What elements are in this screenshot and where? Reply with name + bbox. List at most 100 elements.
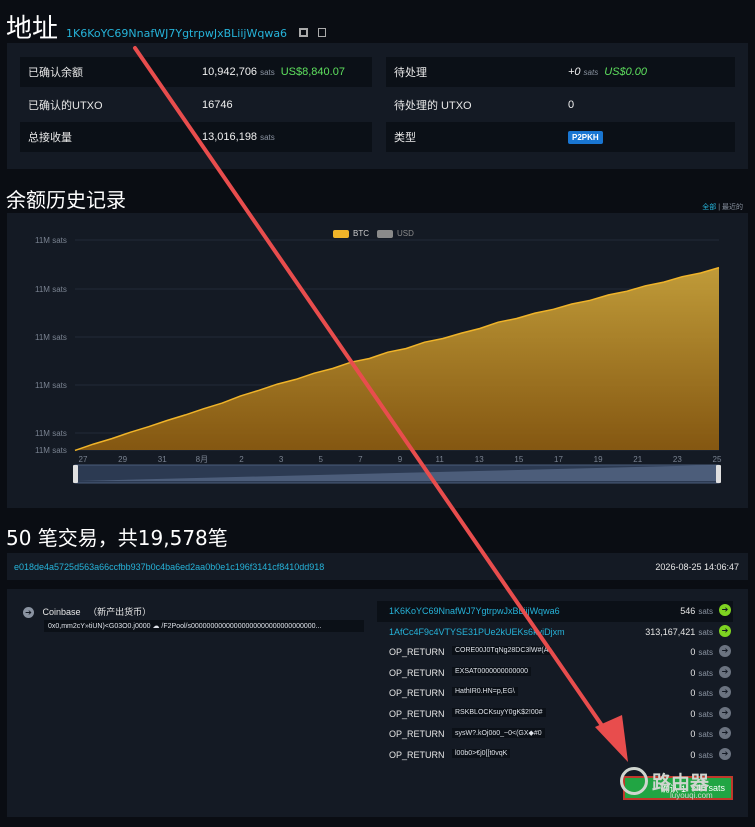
watermark-url: luyouqi.com (670, 791, 713, 800)
summary-row-pending: 待处理 +0 sats US$0.00 (386, 57, 735, 87)
tx-hash-link[interactable]: e018de4a5725d563a66ccfbb937b0c4ba6ed2aa0… (14, 562, 324, 572)
output-address: OP_RETURN (389, 749, 445, 760)
spent-arrow-icon[interactable]: ➔ (719, 727, 731, 739)
op-return-data: l00b0>€j0[[t0vqK (452, 748, 511, 758)
x-tick-label: 11 (435, 455, 444, 464)
spent-arrow-icon[interactable]: ➔ (719, 706, 731, 719)
coinbase-tag: （新产出货币） (88, 607, 152, 617)
summary-row-utxo: 已确认的UTXO 16746 (20, 90, 372, 120)
output-value: 0 sats (690, 729, 713, 739)
x-tick-label: 3 (279, 455, 284, 464)
tx-input-coinbase: ➔ Coinbase （新产出货币） (23, 605, 151, 618)
balance-chart-panel: BTC USD 11M sats 11M sats 11M sats 11M sats… (7, 213, 748, 508)
summary-value: P2PKH (568, 131, 603, 144)
output-address[interactable]: 1AfCc4F9c4VTYSE31PUe2kUEKs6kviDjxm (389, 627, 565, 637)
x-tick-label: 19 (594, 455, 603, 464)
x-tick-label: 21 (633, 455, 642, 464)
output-value: 0 sats (690, 749, 713, 760)
y-tick-label: 11M sats (35, 285, 67, 294)
qr-code-icon[interactable] (299, 28, 309, 37)
tx-output-row: OP_RETURN sysW?.kOj0ö0_~0<(GX◆#0 0 sats ➔ (377, 724, 733, 745)
page-title: 地址 (6, 14, 59, 44)
coinbase-label: Coinbase (42, 607, 81, 617)
summary-value: +0 sats US$0.00 (568, 66, 648, 78)
summary-value: 13,016,198 sats (202, 131, 275, 143)
range-all-link[interactable]: 全部 (702, 204, 716, 211)
summary-value: 10,942,706 sats US$8,840.07 (202, 66, 345, 78)
usd-value: US$8,840.07 (280, 66, 345, 78)
x-tick-label: 7 (358, 455, 363, 464)
summary-row-confirmed-balance: 已确认余额 10,942,706 sats US$8,840.07 (20, 57, 372, 87)
y-tick-label: 11M sats (35, 446, 67, 455)
summary-label: 待处理 (394, 67, 427, 79)
spent-arrow-icon[interactable]: ➔ (719, 686, 731, 698)
balance-area (75, 267, 719, 451)
y-tick-label: 11M sats (35, 333, 67, 342)
watermark: 路由器 luyouqi.com (620, 767, 713, 800)
balance-history-title: 余额历史记录 (6, 188, 126, 212)
x-tick-label: 23 (673, 455, 682, 464)
x-tick-label: 25 (713, 455, 722, 464)
output-value: 0 sats (690, 708, 713, 719)
output-address: OP_RETURN (389, 667, 445, 678)
tx-output-row: OP_RETURN l00b0>€j0[[t0vqK 0 sats ➔ (377, 745, 733, 766)
type-badge: P2PKH (568, 131, 603, 144)
coinbase-script: 0x0,mm2cY»tiUN)<G03O0.j0000 ☁ /F2Pool/s0… (44, 620, 364, 632)
op-return-data: HathIR0.HN=p,EG\ (452, 687, 518, 696)
address-summary-panel: 已确认余额 10,942,706 sats US$8,840.07 已确认的UTXO… (7, 43, 748, 169)
tx-output-row: OP_RETURN HathIR0.HN=p,EG\ 0 sats ➔ (377, 683, 733, 704)
summary-value: 0 (568, 99, 575, 111)
copy-icon[interactable] (318, 28, 327, 37)
navigator-handle-right (716, 465, 721, 483)
tx-output-row: OP_RETURN RSKBLOCKsuyY0gK$2!00# 0 sats ➔ (377, 704, 733, 725)
address-header: 地址 1K6KoYC69NnafWJ7YgtrpwJxBLiijWqwa6 (6, 8, 327, 45)
summary-row-type: 类型 P2PKH (386, 122, 735, 152)
spent-arrow-icon[interactable]: ➔ (719, 645, 731, 657)
x-tick-label: 5 (319, 455, 324, 464)
navigator-handle-left (73, 465, 78, 483)
input-arrow-icon: ➔ (23, 607, 34, 618)
unspent-arrow-icon[interactable]: ➔ (719, 624, 731, 637)
x-tick-label: 31 (158, 455, 167, 464)
output-address[interactable]: 1K6KoYC69NnafWJ7YgtrpwJxBLiijWqwa6 (389, 606, 560, 616)
op-return-data: CORE00J0TqNg28DC3lW#(A (452, 646, 552, 655)
output-value: 0 sats (690, 688, 713, 698)
x-tick-label: 8月 (196, 455, 208, 464)
unspent-arrow-icon[interactable]: ➔ (719, 604, 731, 616)
address-hash[interactable]: 1K6KoYC69NnafWJ7YgtrpwJxBLiijWqwa6 (66, 27, 287, 40)
x-tick-label: 27 (79, 455, 88, 464)
summary-label: 已确认余额 (28, 67, 83, 79)
tx-timestamp: 2026-08-25 14:06:47 (655, 562, 739, 572)
x-tick-label: 29 (118, 455, 127, 464)
tx-output-row: OP_RETURN EXSAT0000000000000 0 sats ➔ (377, 663, 733, 684)
output-value: 313,167,421 sats (645, 626, 713, 637)
op-return-data: sysW?.kOj0ö0_~0<(GX◆#0 (452, 728, 545, 738)
summary-label: 已确认的UTXO (28, 100, 103, 112)
usd-value: US$0.00 (604, 66, 648, 78)
x-tick-label: 2 (239, 455, 244, 464)
y-tick-label: 11M sats (35, 381, 67, 390)
output-address: OP_RETURN (389, 647, 445, 657)
summary-row-total-received: 总接收量 13,016,198 sats (20, 122, 372, 152)
tx-output-row: OP_RETURN CORE00J0TqNg28DC3lW#(A 0 sats ➔ (377, 642, 733, 663)
op-return-data: RSKBLOCKsuyY0gK$2!00# (452, 707, 546, 717)
y-tick-label: 11M sats (35, 236, 67, 245)
output-value: 0 sats (690, 647, 713, 657)
output-address: OP_RETURN (389, 708, 445, 719)
output-address: OP_RETURN (389, 688, 445, 698)
summary-row-pending-utxo: 待处理的 UTXO 0 (386, 90, 735, 120)
op-return-data: EXSAT0000000000000 (452, 666, 532, 676)
y-tick-label: 11M sats (35, 429, 67, 438)
x-tick-label: 17 (554, 455, 563, 464)
transactions-title: 50 笔交易，共19,578笔 (6, 526, 228, 550)
range-separator: | (718, 204, 721, 211)
x-tick-label: 15 (514, 455, 523, 464)
output-address: OP_RETURN (389, 729, 445, 739)
x-tick-label: 13 (475, 455, 484, 464)
summary-label: 总接收量 (28, 132, 72, 144)
range-recent-link[interactable]: 最近的 (722, 204, 743, 211)
spent-arrow-icon[interactable]: ➔ (719, 747, 731, 760)
tx-output-row: 1K6KoYC69NnafWJ7YgtrpwJxBLiijWqwa6 546 sat… (377, 601, 733, 622)
summary-value: 16746 (202, 99, 233, 111)
spent-arrow-icon[interactable]: ➔ (719, 665, 731, 678)
